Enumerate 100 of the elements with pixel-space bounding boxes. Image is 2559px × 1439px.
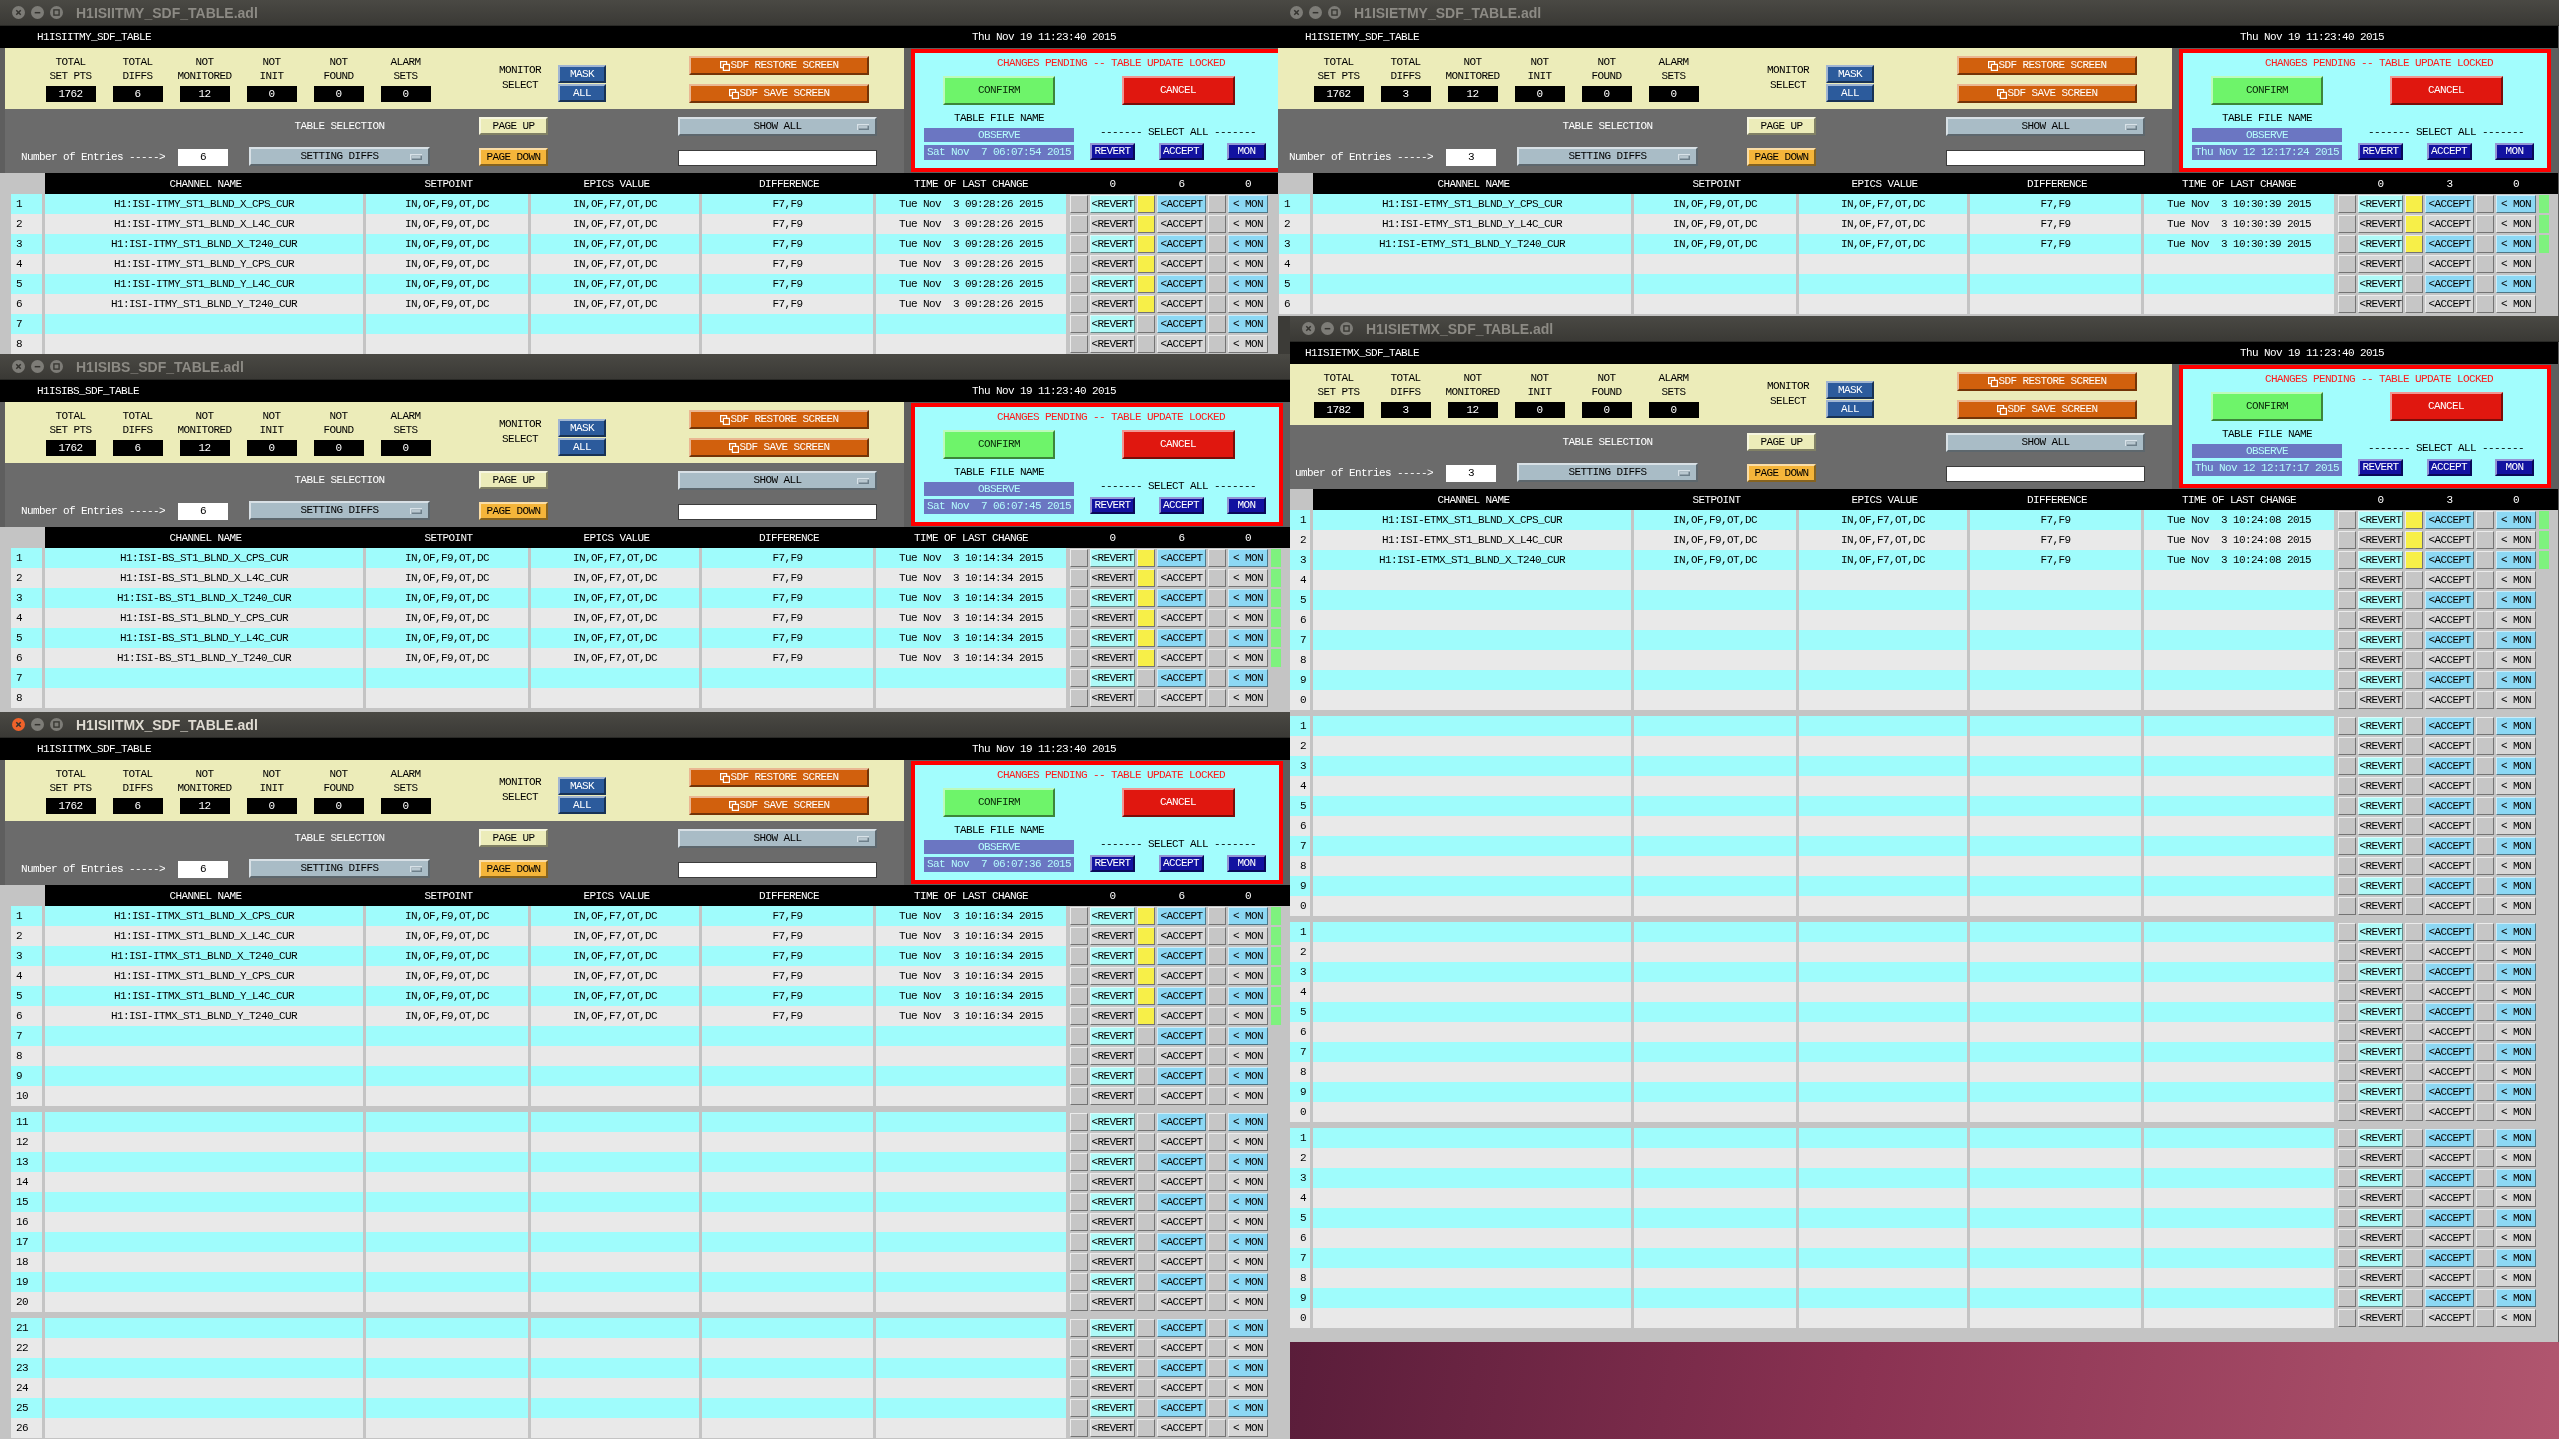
monitor-mode-button[interactable]: MASK (1826, 65, 1874, 83)
checkbox[interactable] (2476, 737, 2494, 755)
select-all-button[interactable]: REVERT (1090, 143, 1135, 160)
revert-button[interactable]: <REVERT (2358, 797, 2403, 815)
monitor-button[interactable]: < MON (1228, 1027, 1268, 1045)
monitor-button[interactable]: < MON (2496, 571, 2536, 589)
monitor-button[interactable]: < MON (1228, 569, 1268, 587)
checkbox[interactable] (1070, 1293, 1088, 1311)
accept-button[interactable]: <ACCEPT (2425, 511, 2474, 529)
monitor-button[interactable]: < MON (2496, 777, 2536, 795)
checkbox[interactable] (2338, 757, 2356, 775)
accept-button[interactable]: <ACCEPT (1157, 689, 1206, 707)
table-selection-menu[interactable]: SETTING DIFFS (249, 859, 430, 878)
accept-button[interactable]: <ACCEPT (2425, 877, 2474, 895)
checkbox[interactable] (2338, 1209, 2356, 1227)
checkbox[interactable] (1070, 235, 1088, 253)
monitor-button[interactable]: < MON (2496, 671, 2536, 689)
close-icon[interactable] (1290, 6, 1303, 19)
monitor-button[interactable]: < MON (2496, 1023, 2536, 1041)
cancel-button[interactable]: CANCEL (2389, 76, 2503, 105)
checkbox[interactable] (1208, 1359, 1226, 1377)
checkbox[interactable] (1070, 195, 1088, 213)
checkbox[interactable] (2338, 511, 2356, 529)
revert-button[interactable]: <REVERT (1090, 1047, 1135, 1065)
confirm-button[interactable]: CONFIRM (2211, 392, 2323, 421)
checkbox[interactable] (1070, 315, 1088, 333)
checkbox[interactable] (2405, 235, 2423, 253)
revert-button[interactable]: <REVERT (2358, 295, 2403, 313)
checkbox[interactable] (1070, 1047, 1088, 1065)
revert-button[interactable]: <REVERT (2358, 631, 2403, 649)
checkbox[interactable] (2338, 817, 2356, 835)
checkbox[interactable] (1208, 947, 1226, 965)
checkbox[interactable] (1070, 907, 1088, 925)
revert-button[interactable]: <REVERT (1090, 1133, 1135, 1151)
checkbox[interactable] (2476, 1083, 2494, 1101)
checkbox[interactable] (1208, 1419, 1226, 1437)
accept-button[interactable]: <ACCEPT (1157, 1359, 1206, 1377)
monitor-button[interactable]: < MON (2496, 817, 2536, 835)
select-all-button[interactable]: ACCEPT (2426, 143, 2472, 160)
monitor-button[interactable]: < MON (2496, 591, 2536, 609)
checkbox[interactable] (2476, 631, 2494, 649)
revert-button[interactable]: <REVERT (1090, 1067, 1135, 1085)
checkbox[interactable] (2338, 1309, 2356, 1327)
accept-button[interactable]: <ACCEPT (2425, 1309, 2474, 1327)
revert-button[interactable]: <REVERT (1090, 1007, 1135, 1025)
checkbox[interactable] (1070, 1213, 1088, 1231)
revert-button[interactable]: <REVERT (1090, 255, 1135, 273)
checkbox[interactable] (1208, 1027, 1226, 1045)
checkbox[interactable] (2338, 671, 2356, 689)
cancel-button[interactable]: CANCEL (2389, 392, 2503, 421)
checkbox[interactable] (1208, 255, 1226, 273)
screen-button[interactable]: SDF SAVE SCREEN (1957, 84, 2137, 103)
select-all-button[interactable]: REVERT (1090, 855, 1135, 872)
monitor-button[interactable]: < MON (2496, 737, 2536, 755)
monitor-button[interactable]: < MON (2496, 943, 2536, 961)
checkbox[interactable] (2476, 1043, 2494, 1061)
accept-button[interactable]: <ACCEPT (1157, 1273, 1206, 1291)
checkbox[interactable] (1137, 1293, 1155, 1311)
screen-button[interactable]: SDF SAVE SCREEN (689, 438, 869, 457)
monitor-button[interactable]: < MON (1228, 947, 1268, 965)
revert-button[interactable]: <REVERT (2358, 943, 2403, 961)
monitor-button[interactable]: < MON (2496, 1003, 2536, 1021)
checkbox[interactable] (1208, 215, 1226, 233)
checkbox[interactable] (2405, 923, 2423, 941)
close-icon[interactable] (12, 360, 25, 373)
accept-button[interactable]: <ACCEPT (1157, 1193, 1206, 1211)
checkbox[interactable] (1137, 1233, 1155, 1251)
accept-button[interactable]: <ACCEPT (2425, 1003, 2474, 1021)
monitor-button[interactable]: < MON (1228, 907, 1268, 925)
accept-button[interactable]: <ACCEPT (1157, 927, 1206, 945)
cancel-button[interactable]: CANCEL (1121, 76, 1235, 105)
checkbox[interactable] (2476, 983, 2494, 1001)
checkbox[interactable] (1208, 315, 1226, 333)
checkbox[interactable] (2476, 1269, 2494, 1287)
accept-button[interactable]: <ACCEPT (1157, 1133, 1206, 1151)
checkbox[interactable] (1070, 1113, 1088, 1131)
checkbox[interactable] (2405, 1249, 2423, 1267)
checkbox[interactable] (1070, 649, 1088, 667)
checkbox[interactable] (2405, 1169, 2423, 1187)
page-button[interactable]: PAGE DOWN (479, 502, 548, 520)
checkbox[interactable] (2405, 1003, 2423, 1021)
monitor-button[interactable]: < MON (1228, 295, 1268, 313)
checkbox[interactable] (1208, 275, 1226, 293)
checkbox[interactable] (1208, 1047, 1226, 1065)
table-selection-menu[interactable]: SETTING DIFFS (1517, 147, 1698, 166)
checkbox[interactable] (2476, 215, 2494, 233)
checkbox[interactable] (2338, 777, 2356, 795)
monitor-button[interactable]: < MON (1228, 195, 1268, 213)
monitor-button[interactable]: < MON (1228, 335, 1268, 353)
accept-button[interactable]: <ACCEPT (1157, 1419, 1206, 1437)
checkbox[interactable] (2476, 1169, 2494, 1187)
checkbox[interactable] (1208, 1173, 1226, 1191)
monitor-button[interactable]: < MON (1228, 1087, 1268, 1105)
revert-button[interactable]: <REVERT (2358, 1189, 2403, 1207)
monitor-mode-button[interactable]: ALL (558, 796, 606, 814)
filter-field[interactable] (1946, 466, 2145, 482)
monitor-mode-button[interactable]: MASK (1826, 381, 1874, 399)
revert-button[interactable]: <REVERT (1090, 1379, 1135, 1397)
checkbox[interactable] (1070, 1419, 1088, 1437)
accept-button[interactable]: <ACCEPT (1157, 669, 1206, 687)
